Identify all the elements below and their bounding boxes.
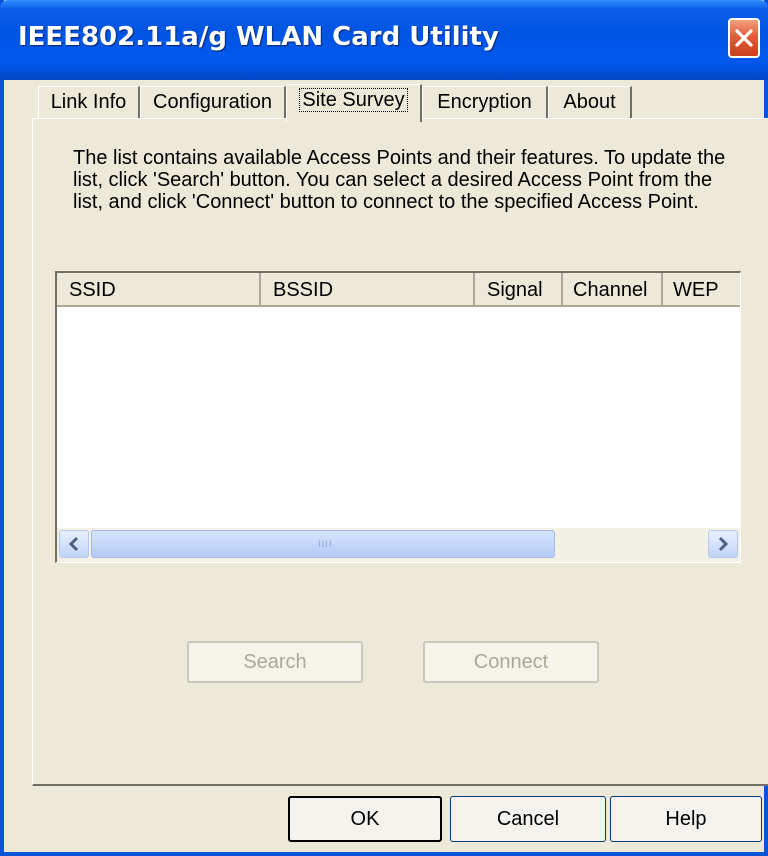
help-button[interactable]: Help [610, 796, 762, 842]
tab-label: Site Survey [299, 88, 408, 112]
scroll-right-button[interactable] [708, 530, 738, 558]
column-header-ssid[interactable]: SSID [57, 273, 261, 307]
horizontal-scrollbar[interactable]: IIII [57, 528, 740, 562]
column-header-channel[interactable]: Channel [563, 273, 663, 307]
chevron-left-icon [68, 536, 79, 552]
column-header-bssid[interactable]: BSSID [261, 273, 475, 307]
access-point-list[interactable]: SSID BSSID Signal Channel WEP IIII [55, 271, 741, 563]
window-title: IEEE802.11a/g WLAN Card Utility [18, 22, 499, 52]
column-header-signal[interactable]: Signal [475, 273, 563, 307]
site-survey-description: The list contains available Access Point… [73, 147, 726, 213]
close-icon [735, 29, 753, 47]
cancel-button[interactable]: Cancel [450, 796, 606, 842]
ok-button[interactable]: OK [288, 796, 442, 842]
scroll-left-button[interactable] [59, 530, 89, 558]
tab-label: Configuration [153, 91, 272, 113]
scroll-thumb[interactable]: IIII [91, 530, 555, 558]
list-header: SSID BSSID Signal Channel WEP [57, 273, 740, 307]
tab-label: Encryption [437, 91, 532, 113]
tab-label: Link Info [50, 91, 127, 113]
connect-button[interactable]: Connect [423, 641, 599, 683]
tab-encryption[interactable]: Encryption [422, 86, 548, 118]
site-survey-panel: The list contains available Access Point… [32, 118, 768, 786]
scroll-grip: IIII [318, 540, 333, 550]
column-header-wep[interactable]: WEP [663, 273, 740, 307]
chevron-right-icon [718, 536, 729, 552]
tab-label: About [563, 91, 616, 113]
tab-about[interactable]: About [548, 86, 632, 118]
title-bar[interactable]: IEEE802.11a/g WLAN Card Utility [0, 0, 768, 80]
tab-site-survey[interactable]: Site Survey [286, 84, 422, 122]
close-button[interactable] [728, 18, 760, 58]
tab-link-info[interactable]: Link Info [38, 86, 140, 118]
tab-configuration[interactable]: Configuration [140, 86, 286, 118]
dialog-window: IEEE802.11a/g WLAN Card Utility Link Inf… [0, 0, 768, 856]
search-button[interactable]: Search [187, 641, 363, 683]
